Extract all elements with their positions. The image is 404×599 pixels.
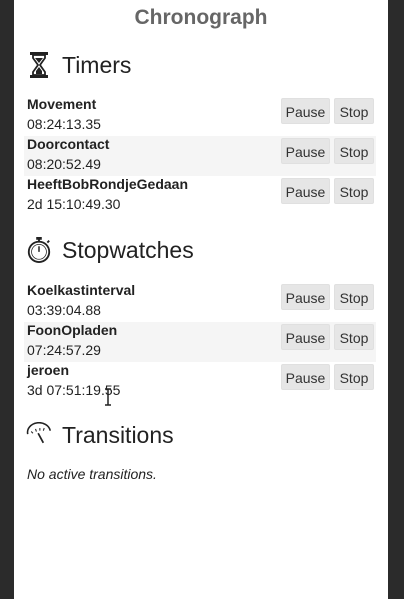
- transitions-title: Transitions: [62, 421, 174, 448]
- stop-button[interactable]: Stop: [334, 324, 374, 350]
- hourglass-icon: [26, 51, 52, 79]
- app-panel: Chronograph Timers Movement 08:24:13.35 …: [14, 0, 388, 599]
- stopwatch-row: Koelkastinterval 03:39:04.88 Pause Stop: [24, 282, 376, 322]
- pause-button[interactable]: Pause: [281, 138, 330, 164]
- stop-button[interactable]: Stop: [334, 364, 374, 390]
- timer-name: Movement: [27, 96, 97, 112]
- timer-row: HeeftBobRondjeGedaan 2d 15:10:49.30 Paus…: [24, 176, 376, 216]
- pause-button[interactable]: Pause: [281, 324, 330, 350]
- app-title: Chronograph: [134, 6, 268, 29]
- stopwatch-name: FoonOpladen: [27, 322, 118, 338]
- stop-button[interactable]: Stop: [334, 98, 374, 124]
- pause-button[interactable]: Pause: [281, 178, 330, 204]
- stopwatch-icon: [26, 236, 52, 264]
- timer-row: Doorcontact 08:20:52.49 Pause Stop: [24, 136, 376, 176]
- stopwatches-title: Stopwatches: [62, 236, 194, 263]
- timer-time: 2d 15:10:49.30: [27, 196, 121, 212]
- stopwatches-header: Stopwatches: [26, 233, 194, 267]
- pause-button[interactable]: Pause: [281, 284, 330, 310]
- stopwatch-time: 03:39:04.88: [27, 302, 101, 318]
- stop-button[interactable]: Stop: [334, 284, 374, 310]
- stopwatch-row: jeroen 3d 07:51:19.55 Pause Stop: [24, 362, 376, 402]
- no-transitions-message: No active transitions.: [27, 466, 157, 482]
- timer-name: Doorcontact: [27, 136, 110, 152]
- timers-header: Timers: [26, 48, 131, 82]
- left-dark-margin: [0, 0, 14, 599]
- pause-button[interactable]: Pause: [281, 98, 330, 124]
- stopwatch-name: jeroen: [27, 362, 70, 378]
- transitions-header: Transitions: [26, 418, 174, 452]
- stop-button[interactable]: Stop: [334, 138, 374, 164]
- text-cursor-icon: [103, 388, 113, 406]
- timer-row: Movement 08:24:13.35 Pause Stop: [24, 96, 376, 136]
- gauge-icon: [26, 421, 52, 449]
- stopwatch-time: 07:24:57.29: [27, 342, 101, 358]
- timer-time: 08:24:13.35: [27, 116, 101, 132]
- right-dark-margin: [388, 0, 404, 599]
- stopwatch-name: Koelkastinterval: [27, 282, 136, 298]
- timer-time: 08:20:52.49: [27, 156, 101, 172]
- timer-name: HeeftBobRondjeGedaan: [27, 176, 189, 192]
- pause-button[interactable]: Pause: [281, 364, 330, 390]
- stopwatch-row: FoonOpladen 07:24:57.29 Pause Stop: [24, 322, 376, 362]
- stop-button[interactable]: Stop: [334, 178, 374, 204]
- timers-title: Timers: [62, 51, 132, 78]
